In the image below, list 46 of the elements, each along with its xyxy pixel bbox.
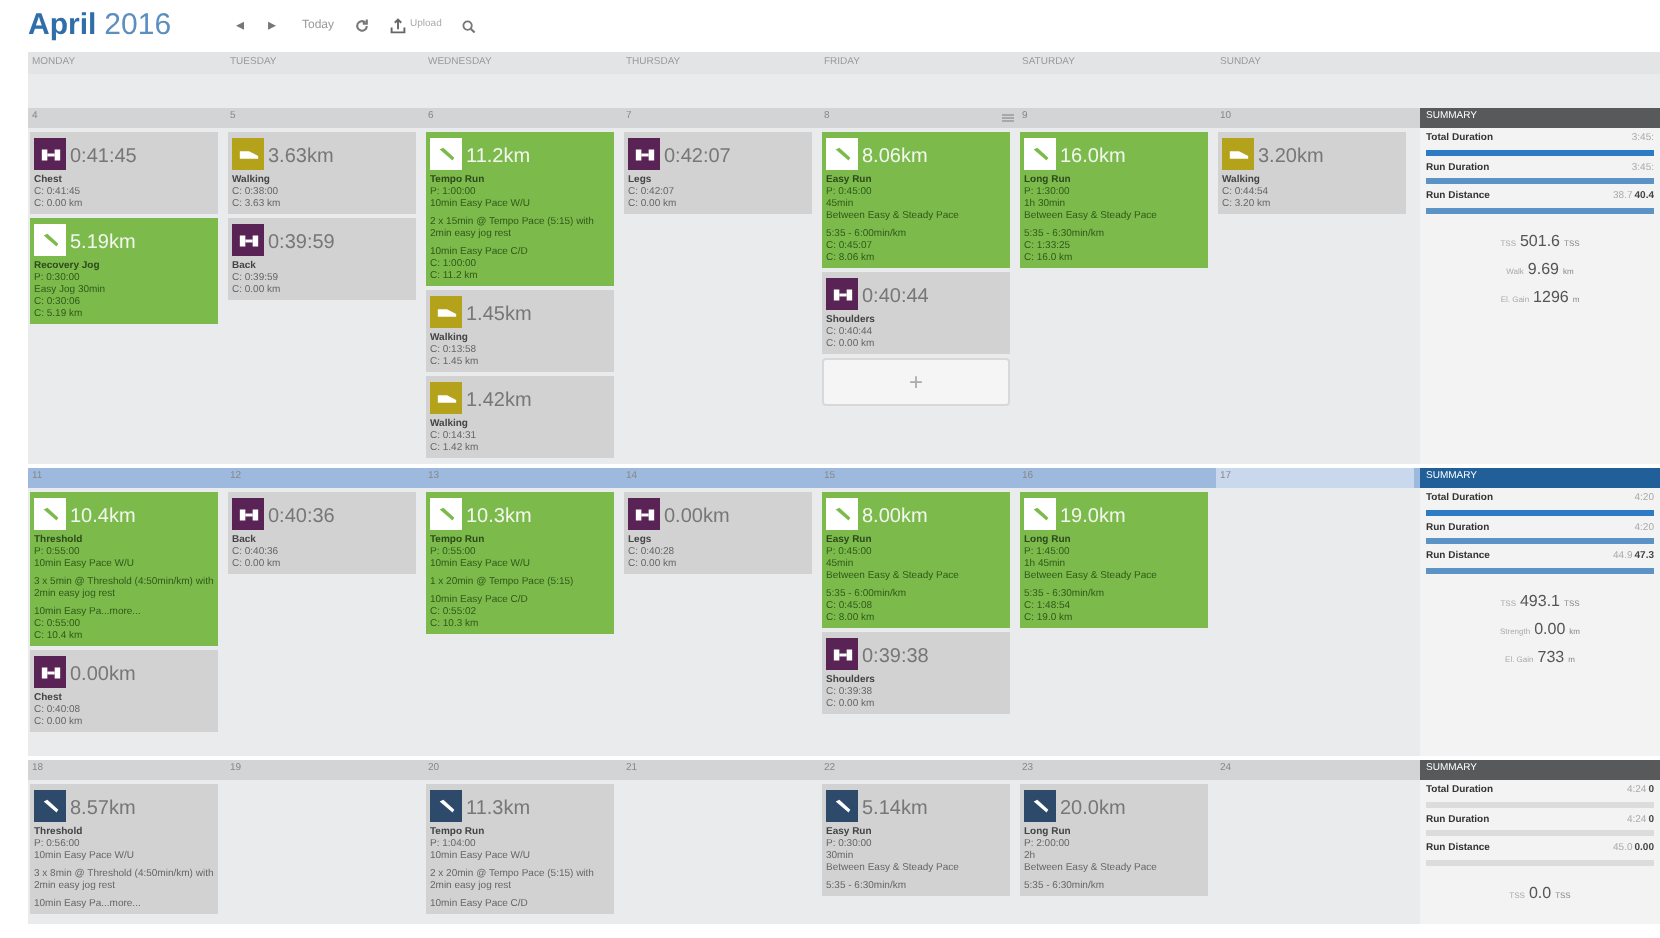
dumbbell-icon — [628, 498, 660, 530]
dumbbell-icon — [232, 224, 264, 256]
workout-headline: 8.57km — [70, 796, 136, 824]
workout-headline: 0:42:07 — [664, 144, 731, 172]
dumbbell-icon — [628, 138, 660, 170]
workout-headline: 11.2km — [466, 144, 531, 172]
stat-value: 0.00 — [1534, 617, 1566, 641]
workout-headline: 8.06km — [862, 144, 928, 172]
dumbbell-icon — [34, 138, 66, 170]
refresh-icon[interactable] — [354, 18, 371, 34]
stat-value: 9.69 — [1527, 257, 1559, 281]
workout-headline: 0:40:36 — [268, 504, 335, 532]
workout-headline: 10.3km — [466, 504, 532, 532]
workout-headline: 20.0km — [1060, 796, 1126, 824]
upload-icon — [390, 18, 407, 34]
workout-headline: 0:40:44 — [862, 284, 929, 312]
workout-headline: 5.19km — [70, 230, 136, 258]
workout-headline: 8.00km — [862, 504, 928, 532]
workout-headline: 19.0km — [1060, 504, 1126, 532]
next-button[interactable]: ▸ — [262, 14, 282, 38]
workout-headline: 16.0km — [1060, 144, 1126, 172]
stat-value: 733 — [1537, 645, 1565, 669]
workout-headline: 10.4km — [70, 504, 136, 532]
workout-headline: 0:41:45 — [70, 144, 137, 172]
workout-headline: 0:39:38 — [862, 644, 929, 672]
dumbbell-icon — [826, 638, 858, 670]
workout-headline: 0.00km — [664, 504, 730, 532]
workout-headline: 3.63km — [268, 144, 334, 172]
year-title: 2016 — [104, 5, 172, 46]
dumbbell-icon — [232, 498, 264, 530]
stat-value: 1296 — [1533, 285, 1569, 309]
stat-value: 493.1 — [1519, 589, 1561, 613]
workout-headline: 0.00km — [70, 662, 136, 690]
workout-headline: 3.20km — [1258, 144, 1324, 172]
previous-button[interactable]: ◂ — [230, 14, 250, 38]
search-icon[interactable] — [461, 19, 476, 33]
stat-value: 0.0 — [1528, 881, 1552, 905]
stat-value: 501.6 — [1519, 229, 1561, 253]
workout-headline: 5.14km — [862, 796, 928, 824]
workout-headline: 0:39:59 — [268, 230, 335, 258]
workout-headline: 1.45km — [466, 302, 532, 330]
workout-headline: 11.3km — [466, 796, 531, 824]
month-title: April — [28, 5, 97, 46]
dumbbell-icon — [826, 278, 858, 310]
dumbbell-icon — [34, 656, 66, 688]
workout-headline: 1.42km — [466, 388, 532, 416]
